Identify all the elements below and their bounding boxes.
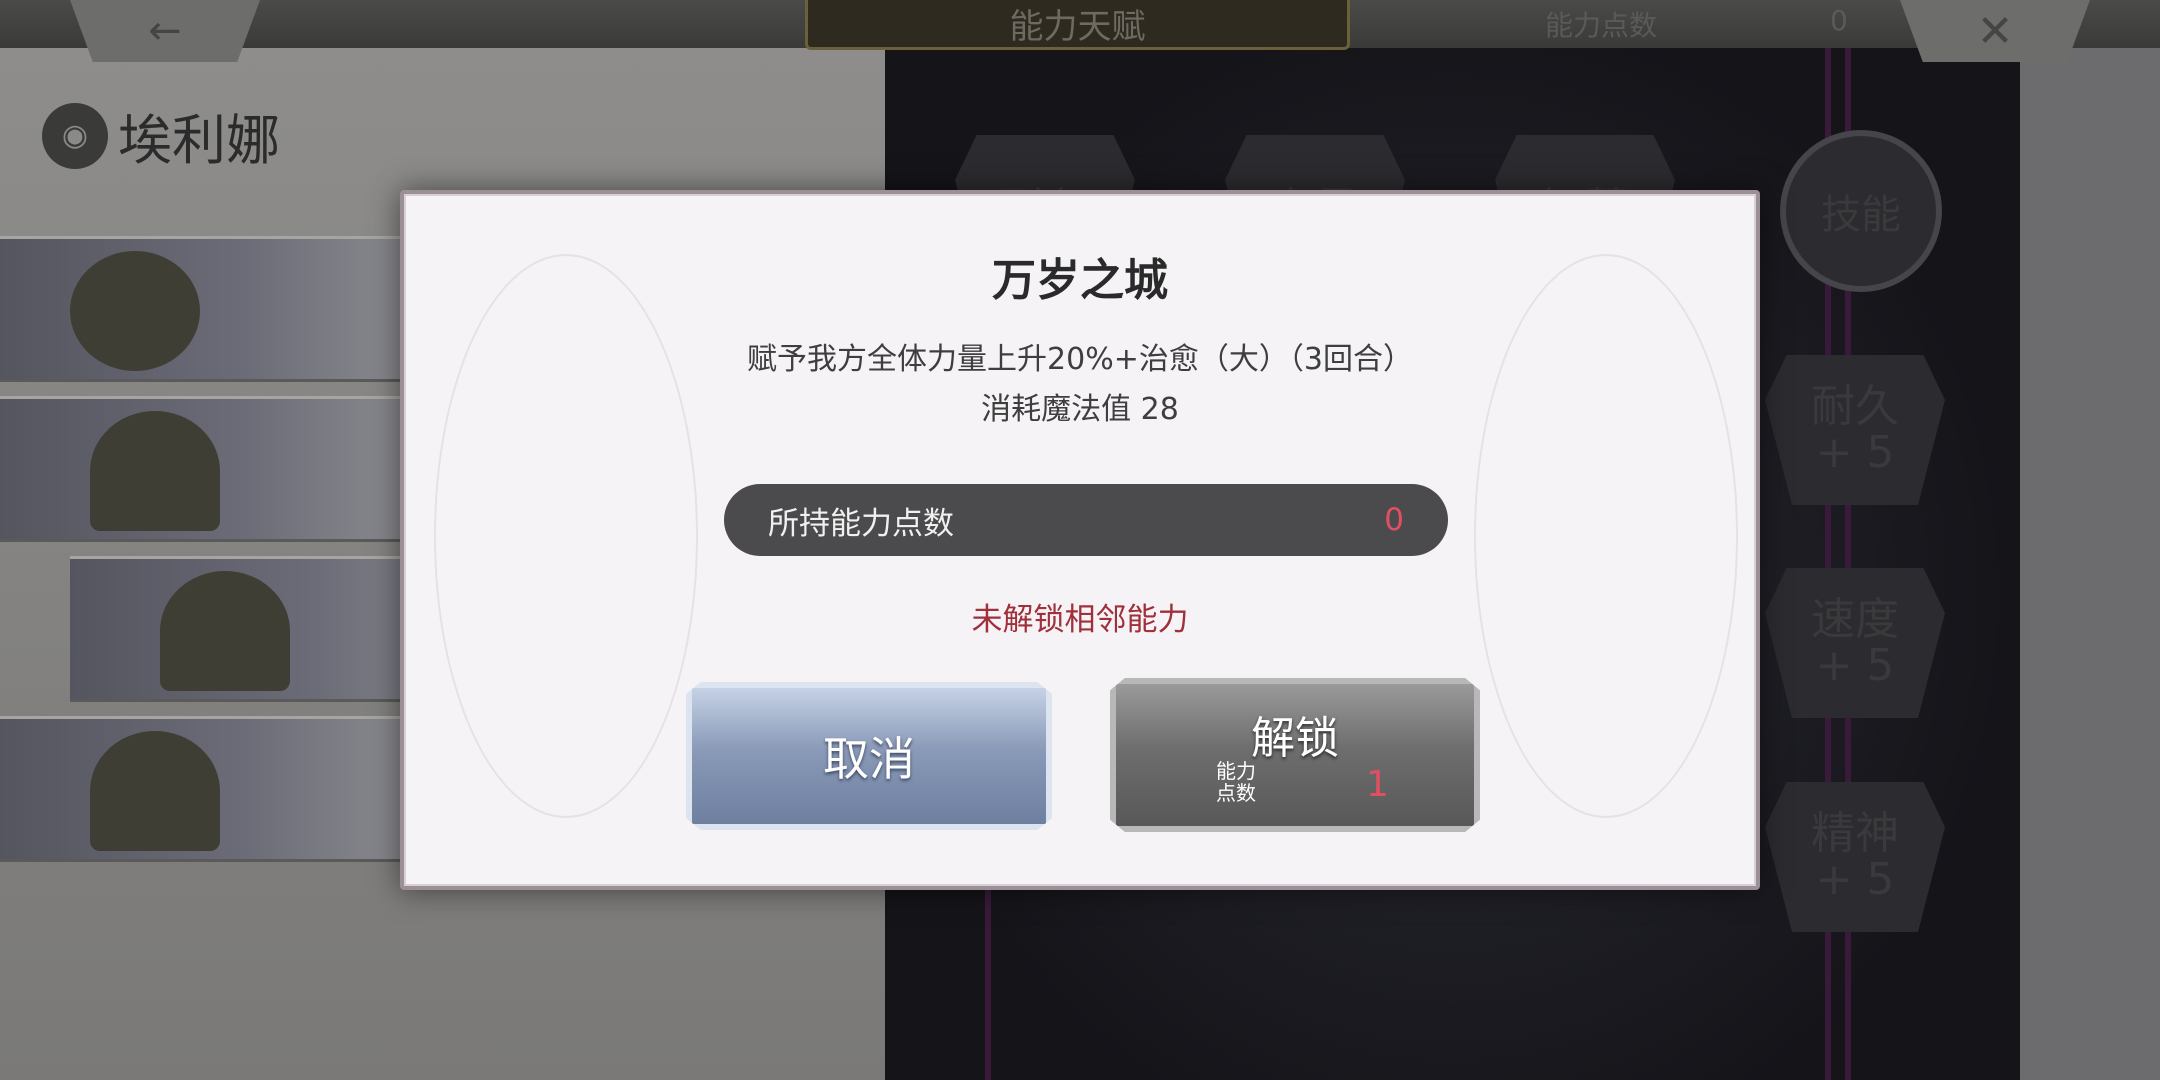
points-label: 能力点数 <box>1545 9 1658 42</box>
dialog-description: 赋予我方全体力量上升20%+治愈（大）（3回合） <box>747 342 1413 377</box>
stat-node-label: 精神 <box>1811 807 1899 859</box>
hooded-figure-icon <box>70 251 200 371</box>
stat-node-endurance[interactable]: 耐久 + 5 <box>1765 355 1945 505</box>
stat-node-bonus: + 5 <box>1815 640 1895 691</box>
unlock-dialog: 万岁之城 赋予我方全体力量上升20%+治愈（大）（3回合） 消耗魔法值 28 所… <box>400 190 1760 890</box>
close-button[interactable]: ✕ <box>1900 0 2090 62</box>
stat-node-spirit[interactable]: 精神 + 5 <box>1765 782 1945 932</box>
owned-points-bar: 所持能力点数 0 <box>724 484 1448 556</box>
soldier-figure-icon <box>160 571 290 691</box>
owned-points-value: 0 <box>1384 502 1404 538</box>
list-item[interactable] <box>0 396 410 542</box>
stat-node-label: 耐久 <box>1811 380 1899 432</box>
cancel-button[interactable]: 取消 <box>686 682 1052 830</box>
stat-node-speed[interactable]: 速度 + 5 <box>1765 568 1945 718</box>
skill-badge-label: 技能 <box>1821 192 1901 238</box>
stat-node-label: 速度 <box>1811 593 1899 645</box>
side-strip <box>2020 0 2160 1080</box>
points-value: 0 <box>1830 4 1848 37</box>
stat-node-bonus: + 5 <box>1815 427 1895 478</box>
tree-connector <box>985 880 991 1080</box>
character-emblem-icon: ◉ <box>42 102 108 169</box>
soldier-figure-icon <box>90 411 220 531</box>
back-button[interactable]: ← <box>70 0 260 62</box>
character-name-row: ◉ 埃利娜 <box>42 96 280 175</box>
owned-points-label: 所持能力点数 <box>768 505 954 542</box>
unlock-cost-value: 1 <box>1366 764 1389 805</box>
unlock-warning: 未解锁相邻能力 <box>971 602 1189 638</box>
soldier-figure-icon <box>90 731 220 851</box>
stat-node-bonus: + 5 <box>1815 854 1895 905</box>
unlock-button-label: 解锁 <box>1251 713 1339 764</box>
unlock-button[interactable]: 解锁 能力 点数 1 <box>1110 678 1480 832</box>
screen-title: 能力天赋 <box>805 0 1350 50</box>
unlock-cost-label: 能力 点数 <box>1216 759 1256 805</box>
cancel-button-label: 取消 <box>823 732 915 786</box>
arrow-left-icon: ← <box>148 8 182 54</box>
dialog-mp-cost: 消耗魔法值 28 <box>981 392 1179 427</box>
skill-badge[interactable]: 技能 <box>1780 130 1942 292</box>
list-item[interactable] <box>0 716 410 862</box>
screen-title-text: 能力天赋 <box>1009 7 1146 47</box>
list-item[interactable] <box>0 236 410 382</box>
character-name: 埃利娜 <box>118 109 280 172</box>
dialog-title: 万岁之城 <box>992 255 1168 306</box>
close-icon: ✕ <box>1976 5 2014 57</box>
